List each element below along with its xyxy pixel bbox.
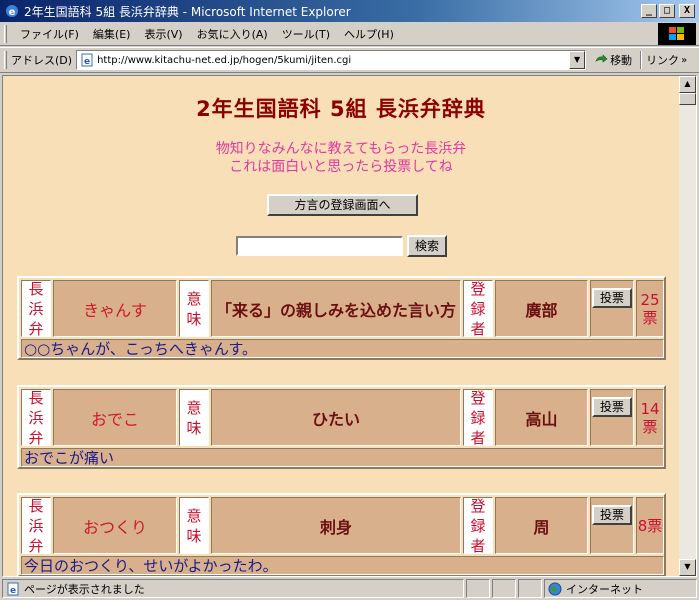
links-button[interactable]: リンク [646, 52, 679, 68]
vote-count: 25票 [636, 280, 664, 337]
status-pane [492, 579, 516, 598]
menu-bar: ファイル(F) 編集(E) 表示(V) お気に入り(A) ツール(T) ヘルプ(… [0, 22, 699, 46]
minimize-button[interactable]: _ [641, 4, 657, 18]
meaning-text: 刺身 [211, 497, 461, 554]
registrant-name: 周 [495, 497, 588, 554]
dialect-word: きゃんす [53, 280, 177, 337]
example-sentence: おでこが痛い [21, 448, 664, 467]
toolbar-grip [4, 24, 7, 43]
search-button[interactable]: 検索 [407, 235, 447, 257]
maximize-button[interactable]: □ [659, 4, 675, 18]
menu-tools[interactable]: ツール(T) [275, 26, 337, 42]
go-arrow-icon [595, 54, 608, 63]
address-input[interactable]: e http://www.kitachu-net.ed.jp/hogen/5ku… [76, 50, 587, 70]
page-icon: e [81, 53, 93, 67]
status-bar: e ページが表示されました インターネット [0, 577, 699, 600]
vote-cell: 投票 [590, 497, 634, 554]
dialect-label: 長浜弁 [21, 389, 51, 447]
svg-text:e: e [84, 57, 90, 67]
registrant-label: 登録者 [463, 389, 493, 447]
menu-edit[interactable]: 編集(E) [86, 26, 138, 42]
security-zone-pane: インターネット [544, 579, 697, 598]
globe-icon [548, 582, 562, 595]
toolbar-separator [640, 51, 643, 69]
subtitle-line-1: 物知りなみんなに教えてもらった長浜弁 [215, 141, 467, 157]
go-label: 移動 [610, 54, 633, 67]
meaning-text: 「来る」の親しみを込めた言い方 [211, 280, 461, 337]
svg-text:e: e [9, 7, 16, 18]
links-more-icon[interactable]: » [681, 55, 687, 66]
example-sentence: 今日のおつくり、せいがよかったわ。 [21, 556, 664, 575]
vote-count: 8票 [636, 497, 664, 554]
dialect-label: 長浜弁 [21, 497, 51, 555]
window-title: 2年生国語科 5組 長浜弁辞典 - Microsoft Internet Exp… [24, 4, 351, 19]
dictionary-entry: 長浜弁 きゃんす 意味 「来る」の親しみを込めた言い方 登録者 廣部 投票 25… [17, 276, 666, 360]
vote-button[interactable]: 投票 [592, 288, 632, 308]
registrant-label: 登録者 [463, 497, 493, 555]
scroll-up-icon[interactable]: ▲ [679, 76, 696, 93]
register-dialect-button[interactable]: 方言の登録画面へ [267, 194, 418, 216]
menu-view[interactable]: 表示(V) [137, 26, 189, 42]
vote-count: 14票 [636, 389, 664, 446]
status-pane [466, 579, 490, 598]
meaning-label: 意味 [179, 389, 209, 446]
vote-button[interactable]: 投票 [592, 397, 632, 417]
page-title: 2年生国語科 5組 長浜弁辞典 [196, 97, 486, 121]
meaning-label: 意味 [179, 280, 209, 337]
meaning-text: ひたい [211, 389, 461, 446]
dictionary-entry: 長浜弁 おでこ 意味 ひたい 登録者 高山 投票 14票 おでこが痛い [17, 385, 666, 469]
page-icon: e [7, 582, 19, 596]
registrant-name: 高山 [495, 389, 588, 446]
address-bar: アドレス(D) e http://www.kitachu-net.ed.jp/h… [0, 47, 699, 73]
status-pane [518, 579, 542, 598]
window-titlebar: e 2年生国語科 5組 長浜弁辞典 - Microsoft Internet E… [0, 0, 699, 22]
dialect-label: 長浜弁 [21, 280, 51, 338]
registrant-label: 登録者 [463, 280, 493, 338]
menu-help[interactable]: ヘルプ(H) [337, 26, 401, 42]
svg-text:e: e [10, 586, 16, 596]
registrant-name: 廣部 [495, 280, 588, 337]
dialect-word: おでこ [53, 389, 177, 446]
scroll-down-icon[interactable]: ▼ [679, 559, 696, 576]
vote-button[interactable]: 投票 [592, 505, 632, 525]
vote-cell: 投票 [590, 389, 634, 446]
menu-favorites[interactable]: お気に入り(A) [190, 26, 275, 42]
internet-explorer-icon: e [6, 5, 18, 18]
search-input[interactable] [236, 236, 403, 256]
vote-cell: 投票 [590, 280, 634, 337]
address-label: アドレス(D) [11, 54, 73, 67]
vertical-scrollbar[interactable]: ▲ ▼ [679, 76, 696, 576]
close-button[interactable]: X [679, 4, 695, 18]
toolbar-grip [4, 51, 7, 69]
dictionary-entry: 長浜弁 おつくり 意味 刺身 登録者 周 投票 8票 今日のおつくり、せいがよか… [17, 493, 666, 576]
content-viewport: 2年生国語科 5組 長浜弁辞典 物知りなみんなに教えてもらった長浜弁 これは面白… [2, 75, 697, 577]
chevron-down-icon[interactable]: ▼ [569, 51, 586, 69]
security-zone-text: インターネット [566, 582, 643, 596]
address-url: http://www.kitachu-net.ed.jp/hogen/5kumi… [97, 54, 352, 66]
status-text: ページが表示されました [24, 582, 145, 596]
menu-file[interactable]: ファイル(F) [13, 26, 86, 42]
dialect-word: おつくり [53, 497, 177, 554]
subtitle-line-2: これは面白いと思ったら投票してね [229, 159, 453, 175]
windows-logo-icon [658, 23, 696, 45]
example-sentence: ○○ちゃんが、こっちへきゃんす。 [21, 339, 664, 358]
go-button[interactable]: 移動 [594, 52, 632, 68]
status-main-pane: e ページが表示されました [2, 579, 464, 598]
meaning-label: 意味 [179, 497, 209, 554]
page-content: 2年生国語科 5組 長浜弁辞典 物知りなみんなに教えてもらった長浜弁 これは面白… [3, 76, 679, 576]
scrollbar-thumb[interactable] [679, 93, 696, 105]
